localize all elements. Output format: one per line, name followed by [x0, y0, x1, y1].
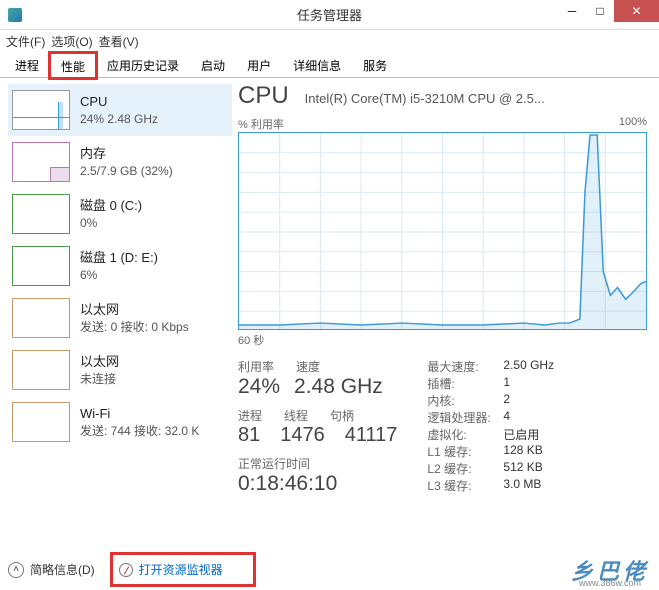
tab-performance[interactable]: 性能: [50, 53, 96, 78]
cpu-thumb-icon: [12, 90, 70, 130]
disk-thumb-icon: [12, 246, 70, 286]
sidebar-item-cpu[interactable]: CPU24% 2.48 GHz: [8, 84, 232, 136]
main-panel: CPU Intel(R) Core(TM) i5-3210M CPU @ 2.5…: [232, 78, 659, 550]
ethernet-thumb-icon: [12, 298, 70, 338]
open-resource-monitor-link[interactable]: 打开资源监视器: [113, 555, 253, 584]
l1-cache: 128 KB: [503, 443, 542, 460]
tab-bar: 进程 性能 应用历史记录 启动 用户 详细信息 服务: [0, 52, 659, 78]
sidebar-item-sub: 24% 2.48 GHz: [80, 111, 158, 127]
utilization-value: 24%: [238, 375, 280, 399]
app-icon: [8, 8, 22, 22]
minimize-button[interactable]: ─: [558, 0, 586, 22]
sidebar-item-disk0[interactable]: 磁盘 0 (C:)0%: [8, 188, 232, 240]
cores: 2: [503, 392, 510, 409]
content-area: CPU24% 2.48 GHz 内存2.5/7.9 GB (32%) 磁盘 0 …: [0, 78, 659, 550]
l2-cache: 512 KB: [503, 460, 542, 477]
sidebar-item-ethernet1[interactable]: 以太网未连接: [8, 344, 232, 396]
sidebar-item-wifi[interactable]: Wi-Fi发送: 744 接收: 32.0 K: [8, 396, 232, 448]
speed-value: 2.48 GHz: [294, 375, 383, 399]
chevron-up-icon: ˄: [8, 562, 24, 578]
maximize-button[interactable]: □: [586, 0, 614, 22]
memory-thumb-icon: [12, 142, 70, 182]
threads-value: 1476: [280, 424, 325, 447]
disk-thumb-icon: [12, 194, 70, 234]
max-speed: 2.50 GHz: [503, 358, 554, 375]
menu-file[interactable]: 文件(F): [6, 33, 45, 50]
tab-details[interactable]: 详细信息: [282, 52, 352, 77]
fewer-details-button[interactable]: ˄ 简略信息(D): [8, 561, 95, 578]
tab-startup[interactable]: 启动: [190, 52, 236, 77]
sockets: 1: [503, 375, 510, 392]
chart-label-x: 60 秒: [238, 332, 647, 348]
title-bar: 任务管理器 ─ □ ✕: [0, 0, 659, 30]
page-title: CPU: [238, 82, 289, 110]
uptime-value: 0:18:46:10: [238, 472, 397, 496]
window-controls: ─ □ ✕: [558, 0, 659, 22]
sidebar-item-ethernet0[interactable]: 以太网发送: 0 接收: 0 Kbps: [8, 292, 232, 344]
cpu-model: Intel(R) Core(TM) i5-3210M CPU @ 2.5...: [305, 91, 647, 106]
chart-label-y: % 利用率: [238, 116, 284, 132]
resource-monitor-icon: [119, 563, 133, 577]
l3-cache: 3.0 MB: [503, 477, 541, 494]
chart-label-max: 100%: [619, 116, 647, 132]
wifi-thumb-icon: [12, 402, 70, 442]
menu-options[interactable]: 选项(O): [51, 33, 92, 50]
footer: ˄ 简略信息(D) 打开资源监视器: [8, 555, 651, 584]
cpu-utilization-chart[interactable]: [238, 132, 647, 330]
sidebar-item-title: CPU: [80, 93, 158, 111]
tab-users[interactable]: 用户: [236, 52, 282, 77]
sidebar-item-disk1[interactable]: 磁盘 1 (D: E:)6%: [8, 240, 232, 292]
sidebar-item-memory[interactable]: 内存2.5/7.9 GB (32%): [8, 136, 232, 188]
window-title: 任务管理器: [297, 5, 362, 24]
chart-container: % 利用率 100% 60 秒: [238, 116, 647, 348]
handles-value: 41117: [345, 424, 398, 447]
tab-services[interactable]: 服务: [352, 52, 398, 77]
virtualization: 已启用: [503, 426, 539, 443]
menu-view[interactable]: 查看(V): [99, 33, 139, 50]
sidebar[interactable]: CPU24% 2.48 GHz 内存2.5/7.9 GB (32%) 磁盘 0 …: [0, 78, 232, 550]
menu-bar: 文件(F) 选项(O) 查看(V): [0, 30, 659, 52]
processes-value: 81: [238, 424, 260, 447]
logical-procs: 4: [503, 409, 510, 426]
tab-processes[interactable]: 进程: [4, 52, 50, 77]
close-button[interactable]: ✕: [614, 0, 659, 22]
ethernet-thumb-icon: [12, 350, 70, 390]
stats-panel: 利用率速度 24%2.48 GHz 进程线程句柄 81147641117 正常运…: [238, 358, 647, 496]
tab-app-history[interactable]: 应用历史记录: [96, 52, 190, 77]
